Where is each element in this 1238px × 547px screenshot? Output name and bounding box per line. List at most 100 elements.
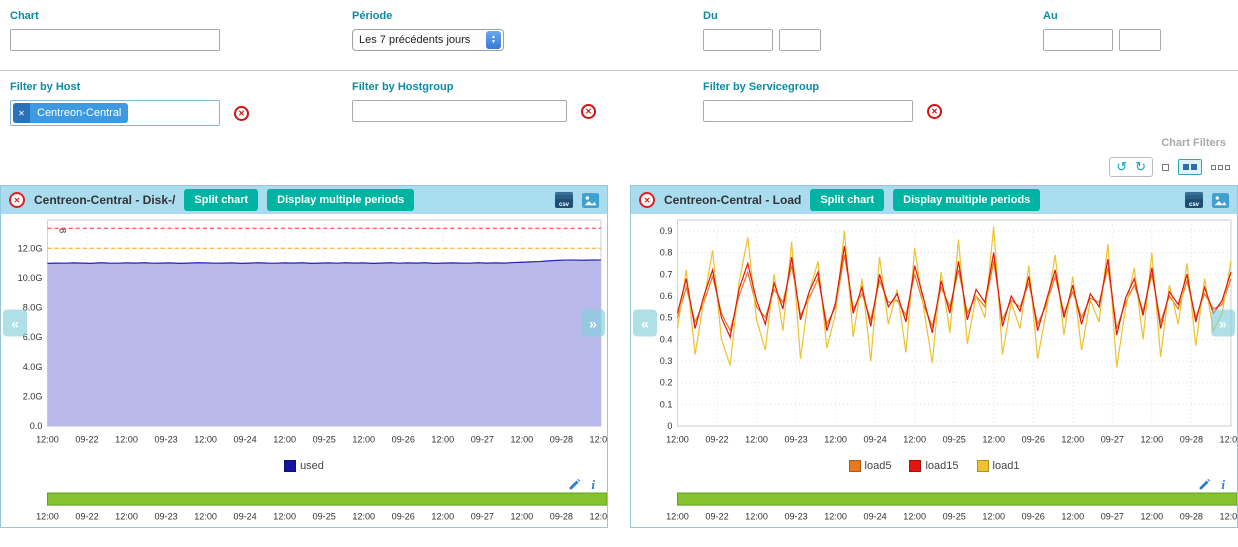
svg-text:12:00: 12:00: [115, 512, 138, 522]
info-icon[interactable]: i: [1221, 478, 1225, 491]
servicegroup-filter-input[interactable]: [703, 100, 913, 122]
time-range-bar[interactable]: 12:0009-2212:0009-2312:0009-2412:0009-25…: [1, 492, 607, 522]
load-chart[interactable]: 12:0009-2212:0009-2312:0009-2412:0009-25…: [631, 214, 1237, 456]
edit-chart-icon[interactable]: [568, 478, 581, 491]
svg-text:09-24: 09-24: [864, 512, 887, 522]
svg-text:12:00: 12:00: [824, 434, 847, 444]
du-time-input[interactable]: [779, 29, 821, 51]
svg-text:12:00: 12:00: [590, 512, 607, 522]
svg-text:09-28: 09-28: [1180, 512, 1203, 522]
svg-text:09-27: 09-27: [471, 434, 494, 444]
scroll-left-button[interactable]: «: [633, 310, 657, 337]
legend-item[interactable]: used: [284, 460, 324, 472]
svg-text:0.2: 0.2: [660, 378, 673, 388]
svg-text:09-23: 09-23: [784, 434, 807, 444]
csv-export-icon[interactable]: csv: [1185, 192, 1203, 208]
svg-text:09-28: 09-28: [550, 434, 573, 444]
chart-legend: used: [1, 456, 607, 476]
svg-text:12:00: 12:00: [115, 434, 138, 444]
au-filter-label: Au: [1043, 10, 1161, 22]
legend-item[interactable]: load5: [849, 460, 892, 472]
panel-tools: i: [631, 476, 1237, 492]
clear-host-filter-icon[interactable]: ✕: [234, 106, 249, 121]
au-date-input[interactable]: [1043, 29, 1113, 51]
info-icon[interactable]: i: [591, 478, 595, 491]
periode-select[interactable]: Les 7 précédents jours ▲▼: [352, 29, 504, 51]
svg-text:0.8: 0.8: [660, 248, 673, 258]
split-chart-button[interactable]: Split chart: [810, 189, 884, 211]
svg-text:12:00: 12:00: [590, 434, 607, 444]
svg-text:0.1: 0.1: [660, 399, 673, 409]
filter-row-1: Chart Période Les 7 précédents jours ▲▼ …: [0, 0, 1238, 70]
periode-filter-label: Période: [352, 10, 504, 22]
svg-text:8: 8: [58, 228, 68, 233]
svg-text:12:00: 12:00: [352, 512, 375, 522]
charts-grid: ✕ Centreon-Central - Disk-/ Split chart …: [0, 185, 1238, 528]
close-panel-icon[interactable]: ✕: [9, 192, 25, 208]
svg-text:09-28: 09-28: [550, 512, 573, 522]
scroll-right-button[interactable]: »: [1211, 310, 1235, 337]
view-three-columns-icon[interactable]: [1211, 165, 1230, 170]
svg-text:12:00: 12:00: [511, 434, 534, 444]
chart-filter-input[interactable]: [10, 29, 220, 51]
host-filter-input[interactable]: ✕ Centreon-Central: [10, 100, 220, 126]
view-one-column-icon[interactable]: [1162, 164, 1169, 171]
du-date-input[interactable]: [703, 29, 773, 51]
chart-filter-group: Chart: [10, 10, 220, 51]
refresh-icon[interactable]: ↻: [1135, 159, 1146, 175]
scroll-right-button[interactable]: »: [581, 310, 605, 337]
svg-text:12:00: 12:00: [745, 434, 768, 444]
scroll-left-button[interactable]: «: [3, 310, 27, 337]
close-panel-icon[interactable]: ✕: [639, 192, 655, 208]
edit-chart-icon[interactable]: [1198, 478, 1211, 491]
svg-text:09-27: 09-27: [1101, 434, 1124, 444]
clear-servicegroup-filter-icon[interactable]: ✕: [927, 104, 942, 119]
periode-select-value: Les 7 précédents jours: [359, 34, 470, 46]
legend-label: load5: [865, 460, 892, 472]
time-range-bar[interactable]: 12:0009-2212:0009-2312:0009-2412:0009-25…: [631, 492, 1237, 522]
split-chart-button[interactable]: Split chart: [184, 189, 258, 211]
legend-item[interactable]: load1: [977, 460, 1020, 472]
clear-hostgroup-filter-icon[interactable]: ✕: [581, 104, 596, 119]
svg-text:09-26: 09-26: [1022, 512, 1045, 522]
svg-text:12:00: 12:00: [352, 434, 375, 444]
svg-text:0: 0: [667, 421, 672, 431]
svg-text:09-22: 09-22: [705, 434, 728, 444]
panel-header: ✕ Centreon-Central - Load Split chart Di…: [631, 186, 1237, 214]
svg-text:12:00: 12:00: [1141, 434, 1164, 444]
select-stepper-icon: ▲▼: [486, 31, 501, 49]
servicegroup-filter-group: Filter by Servicegroup ✕: [703, 81, 942, 122]
svg-text:12:00: 12:00: [1061, 512, 1084, 522]
export-image-icon[interactable]: [1212, 193, 1229, 208]
display-multiple-periods-button[interactable]: Display multiple periods: [893, 189, 1040, 211]
svg-text:12:00: 12:00: [903, 512, 926, 522]
display-multiple-periods-button[interactable]: Display multiple periods: [267, 189, 414, 211]
csv-export-icon[interactable]: csv: [555, 192, 573, 208]
svg-text:09-26: 09-26: [392, 512, 415, 522]
svg-text:12:00: 12:00: [903, 434, 926, 444]
chart-panel-load: ✕ Centreon-Central - Load Split chart Di…: [630, 185, 1238, 528]
host-tag-label: Centreon-Central: [30, 107, 128, 119]
remove-tag-icon[interactable]: ✕: [13, 103, 30, 123]
svg-text:09-24: 09-24: [234, 512, 257, 522]
host-filter-group: Filter by Host ✕ Centreon-Central ✕: [10, 81, 249, 126]
panel-tools: i: [1, 476, 607, 492]
legend-item[interactable]: load15: [909, 460, 958, 472]
svg-text:12:00: 12:00: [431, 512, 454, 522]
svg-text:09-22: 09-22: [705, 512, 728, 522]
svg-text:12:00: 12:00: [273, 512, 296, 522]
svg-text:09-28: 09-28: [1180, 434, 1203, 444]
svg-text:12:00: 12:00: [510, 512, 533, 522]
auto-refresh-icon[interactable]: ↺: [1116, 159, 1127, 175]
au-time-input[interactable]: [1119, 29, 1161, 51]
svg-text:09-27: 09-27: [471, 512, 494, 522]
svg-text:12:00: 12:00: [1220, 434, 1237, 444]
panel-title: Centreon-Central - Disk-/: [34, 193, 175, 207]
legend-color-swatch: [977, 460, 989, 472]
hostgroup-filter-input[interactable]: [352, 100, 567, 122]
disk-chart[interactable]: 12:0009-2212:0009-2312:0009-2412:0009-25…: [1, 214, 607, 456]
svg-text:09-23: 09-23: [154, 512, 177, 522]
view-two-columns-icon[interactable]: [1178, 159, 1202, 175]
export-image-icon[interactable]: [582, 193, 599, 208]
svg-text:09-22: 09-22: [75, 512, 98, 522]
